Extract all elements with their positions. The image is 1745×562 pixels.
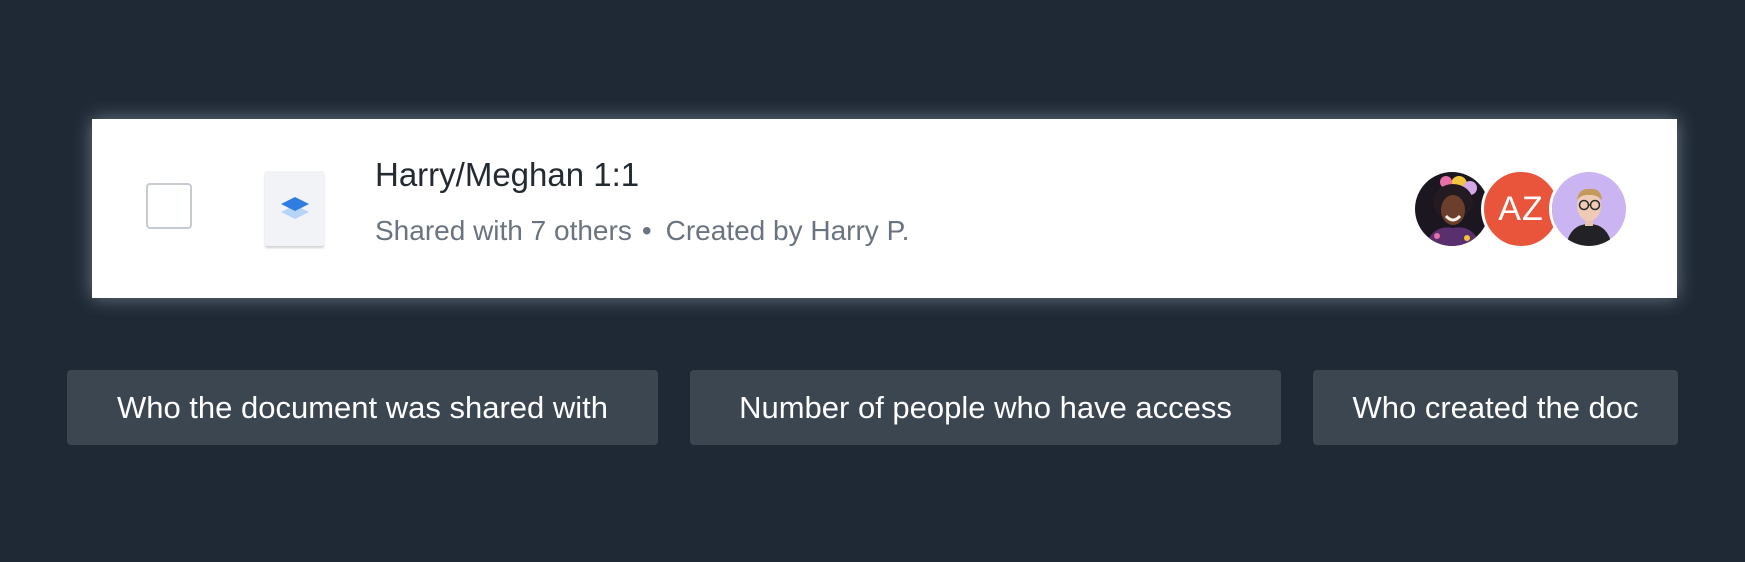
select-checkbox[interactable]	[146, 183, 192, 229]
shared-with-text: Shared with 7 others	[375, 215, 632, 246]
meta-separator: •	[641, 215, 652, 246]
avatar-initials-text: AZ	[1498, 189, 1544, 228]
avatar-photo-woman[interactable]	[1412, 169, 1492, 249]
label-shared-with: Who the document was shared with	[67, 370, 658, 445]
document-row[interactable]: Harry/Meghan 1:1 Shared with 7 others • …	[92, 119, 1677, 298]
layers-icon	[281, 197, 309, 219]
document-thumbnail[interactable]	[265, 171, 324, 246]
label-created-by: Who created the doc	[1313, 370, 1678, 445]
avatar-photo-man[interactable]	[1549, 169, 1629, 249]
created-by-text: Created by Harry P.	[665, 215, 910, 246]
label-access-count: Number of people who have access	[690, 370, 1281, 445]
document-title[interactable]: Harry/Meghan 1:1	[375, 156, 639, 194]
document-meta: Shared with 7 others • Created by Harry …	[375, 215, 909, 247]
